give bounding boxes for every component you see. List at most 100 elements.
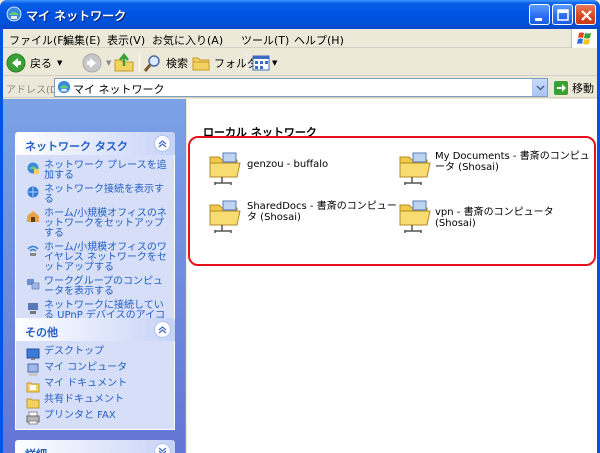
search-icon xyxy=(143,55,160,72)
menu-help[interactable]: ヘルプ(H) xyxy=(294,32,344,48)
content-pane: ローカル ネットワーク genzou - buffalo My Document… xyxy=(187,99,597,453)
other-places-panel: その他 デスクトップ マイ コンピュータ マイ ドキュメント 共有ドキュメント … xyxy=(15,318,175,430)
maximize-button[interactable] xyxy=(552,4,573,25)
chevron-up-icon xyxy=(158,140,167,148)
menu-file[interactable]: ファイル(F) xyxy=(9,32,68,48)
minimize-icon xyxy=(535,18,542,21)
place-printers-fax[interactable]: プリンタと FAX xyxy=(26,411,168,425)
close-button[interactable] xyxy=(575,4,596,25)
other-places-list: デスクトップ マイ コンピュータ マイ ドキュメント 共有ドキュメント プリンタ… xyxy=(15,341,175,430)
task-pane: ネットワーク タスク ネットワーク プレースを追加する ネットワーク接続を表示す… xyxy=(3,99,186,453)
network-folder-icon xyxy=(399,152,431,185)
views-button[interactable]: ▼ xyxy=(251,52,277,74)
task-setup-wireless-network[interactable]: ホーム/小規模オフィスのワイヤレス ネットワークをセットアップする xyxy=(26,243,168,273)
maximize-icon xyxy=(557,9,569,21)
up-folder-icon xyxy=(114,52,134,72)
menu-favorites[interactable]: お気に入り(A) xyxy=(152,32,223,48)
menu-view[interactable]: 表示(V) xyxy=(107,32,145,48)
place-my-computer[interactable]: マイ コンピュータ xyxy=(26,363,168,376)
network-tasks-list: ネットワーク プレースを追加する ネットワーク接続を表示する ホーム/小規模オフ… xyxy=(15,155,175,344)
views-icon xyxy=(252,55,270,71)
search-button[interactable]: 検索 xyxy=(143,52,188,74)
toolbar-separator xyxy=(246,53,247,72)
network-tasks-title: ネットワーク タスク xyxy=(25,140,128,153)
chevron-up-icon xyxy=(158,326,167,334)
go-arrow-icon xyxy=(554,80,568,95)
chevron-down-icon xyxy=(536,85,545,91)
search-label: 検索 xyxy=(166,57,188,70)
collapse-button[interactable] xyxy=(154,135,171,152)
my-computer-icon xyxy=(27,363,39,376)
place-shared-documents[interactable]: 共有ドキュメント xyxy=(26,395,168,409)
back-dropdown-icon: ▼ xyxy=(57,59,63,67)
network-share-label: vpn - 書斎のコンピュータ (Shosai) xyxy=(435,207,554,229)
printer-icon xyxy=(26,411,40,425)
home-network-icon xyxy=(27,211,39,222)
task-add-network-place[interactable]: ネットワーク プレースを追加する xyxy=(26,161,168,181)
address-dropdown-button[interactable] xyxy=(532,79,547,96)
collapse-button[interactable] xyxy=(154,321,171,338)
task-view-network-connections[interactable]: ネットワーク接続を表示する xyxy=(26,185,168,205)
other-places-title: その他 xyxy=(25,326,58,339)
task-view-workgroup-computers[interactable]: ワークグループのコンピュータを表示する xyxy=(26,277,168,297)
network-places-icon xyxy=(57,80,71,94)
network-folder-icon xyxy=(399,200,431,233)
folders-button[interactable]: フォルダ xyxy=(191,52,258,74)
back-label: 戻る xyxy=(30,57,52,70)
client-area: ファイル(F) 編集(E) 表示(V) お気に入り(A) ツール(T) ヘルプ(… xyxy=(3,29,597,453)
desktop-icon xyxy=(26,348,40,360)
forward-button[interactable]: ▼ xyxy=(81,52,111,74)
toolbar-separator xyxy=(139,53,140,72)
network-places-icon xyxy=(6,6,22,22)
workgroup-icon xyxy=(27,279,40,290)
network-share-item[interactable]: My Documents - 書斎のコンピュータ (Shosai) xyxy=(397,149,590,189)
menu-bar: ファイル(F) 編集(E) 表示(V) お気に入り(A) ツール(T) ヘルプ(… xyxy=(3,29,597,48)
chevron-down-icon xyxy=(158,447,167,453)
forward-arrow-icon xyxy=(82,53,102,73)
windows-logo xyxy=(571,29,597,48)
task-setup-home-network[interactable]: ホーム/小規模オフィスのネットワークをセットアップする xyxy=(26,209,168,239)
other-places-header[interactable]: その他 xyxy=(15,318,175,341)
network-tasks-panel: ネットワーク タスク ネットワーク プレースを追加する ネットワーク接続を表示す… xyxy=(15,132,175,344)
forward-dropdown-icon: ▼ xyxy=(106,59,112,67)
shared-documents-icon xyxy=(26,398,40,409)
my-documents-icon xyxy=(26,382,40,393)
menu-edit[interactable]: 編集(E) xyxy=(63,32,101,48)
address-value: マイ ネットワーク xyxy=(73,83,165,96)
expand-button[interactable] xyxy=(154,443,171,453)
network-share-item[interactable]: genzou - buffalo xyxy=(207,149,397,189)
add-network-place-icon xyxy=(27,162,39,174)
window-title: マイ ネットワーク xyxy=(26,9,127,23)
network-folder-icon xyxy=(209,200,241,233)
wireless-network-icon xyxy=(27,245,39,256)
network-folder-icon xyxy=(209,152,241,185)
standard-toolbar: 戻る ▼ ▼ 検索 フォルダ ▼ xyxy=(3,49,597,76)
network-connections-icon xyxy=(27,186,39,198)
details-panel: 詳細 xyxy=(15,440,175,453)
up-folder-button[interactable] xyxy=(113,52,135,74)
menu-tools[interactable]: ツール(T) xyxy=(241,32,289,48)
back-button[interactable]: 戻る ▼ xyxy=(5,52,62,74)
place-my-documents[interactable]: マイ ドキュメント xyxy=(26,379,168,393)
network-share-label: genzou - buffalo xyxy=(247,159,329,170)
go-button[interactable]: 移動 xyxy=(553,79,594,96)
explorer-window: マイ ネットワーク ファイル(F) 編集(E) 表示(V) お気に入り(A) ツ… xyxy=(0,0,600,453)
back-arrow-icon xyxy=(6,53,26,73)
upnp-device-icon xyxy=(28,303,38,314)
address-bar: アドレス(D) マイ ネットワーク 移動 xyxy=(3,77,597,98)
details-title: 詳細 xyxy=(25,446,47,453)
place-desktop[interactable]: デスクトップ xyxy=(26,347,168,360)
network-share-item[interactable]: vpn - 書斎のコンピュータ (Shosai) xyxy=(397,197,587,237)
views-dropdown-icon: ▼ xyxy=(272,59,278,67)
title-bar[interactable]: マイ ネットワーク xyxy=(0,0,600,29)
minimize-button[interactable] xyxy=(529,4,550,25)
close-icon xyxy=(581,10,592,21)
network-tasks-header[interactable]: ネットワーク タスク xyxy=(15,132,175,155)
address-input[interactable]: マイ ネットワーク xyxy=(54,78,548,97)
network-share-label: SharedDocs - 書斎のコンピュータ (Shosai) xyxy=(247,201,397,223)
go-label: 移動 xyxy=(572,81,594,95)
details-header[interactable]: 詳細 xyxy=(15,440,175,453)
network-share-item[interactable]: SharedDocs - 書斎のコンピュータ (Shosai) xyxy=(207,197,397,237)
folders-icon xyxy=(192,57,210,71)
windows-flag-icon xyxy=(577,32,591,45)
